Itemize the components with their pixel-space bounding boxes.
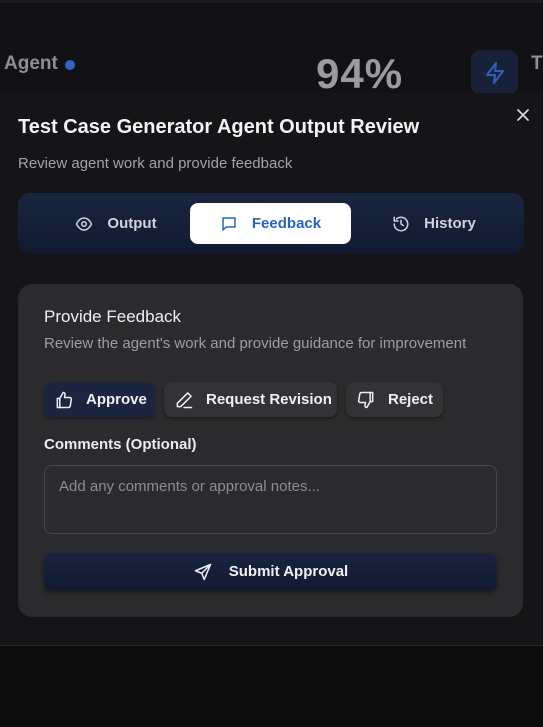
reject-button[interactable]: Reject xyxy=(346,382,443,417)
background-agent-label: Agent xyxy=(4,53,58,74)
tab-history-label: History xyxy=(424,215,476,232)
modal-title: Test Case Generator Agent Output Review xyxy=(18,116,420,138)
approve-label: Approve xyxy=(86,391,147,408)
request-revision-button[interactable]: Request Revision xyxy=(164,382,337,417)
background-divider xyxy=(0,645,543,646)
close-button[interactable] xyxy=(514,106,532,124)
submit-approval-label: Submit Approval xyxy=(228,563,349,580)
approve-button[interactable]: Approve xyxy=(44,382,155,417)
eye-icon xyxy=(75,215,93,233)
thumbs-up-icon xyxy=(54,390,74,410)
tab-feedback[interactable]: Feedback xyxy=(190,203,351,244)
pencil-icon xyxy=(174,390,194,410)
tab-output-label: Output xyxy=(107,215,157,232)
close-icon xyxy=(517,109,529,121)
background-header xyxy=(0,3,543,93)
feedback-card-subtitle: Review the agent's work and provide guid… xyxy=(44,335,467,352)
background-percent: 94% xyxy=(316,50,404,97)
submit-approval-button[interactable]: Submit Approval xyxy=(44,553,497,590)
comments-label: Comments (Optional) xyxy=(44,436,197,453)
request-revision-label: Request Revision xyxy=(206,391,332,408)
tab-feedback-label: Feedback xyxy=(251,215,322,232)
tab-history[interactable]: History xyxy=(374,203,494,244)
reject-label: Reject xyxy=(388,391,434,408)
tab-bar: Output Feedback History xyxy=(18,193,524,254)
thumbs-down-icon xyxy=(356,390,376,410)
modal-subtitle: Review agent work and provide feedback xyxy=(18,155,293,172)
background-partial-label: T xyxy=(531,53,543,74)
send-icon xyxy=(193,562,213,582)
tab-output[interactable]: Output xyxy=(56,203,176,244)
comments-input[interactable] xyxy=(44,465,497,534)
status-dot xyxy=(65,60,75,70)
history-icon xyxy=(392,215,410,233)
feedback-card-title: Provide Feedback xyxy=(44,307,182,326)
lightning-icon xyxy=(471,50,518,95)
message-square-icon xyxy=(220,215,238,233)
